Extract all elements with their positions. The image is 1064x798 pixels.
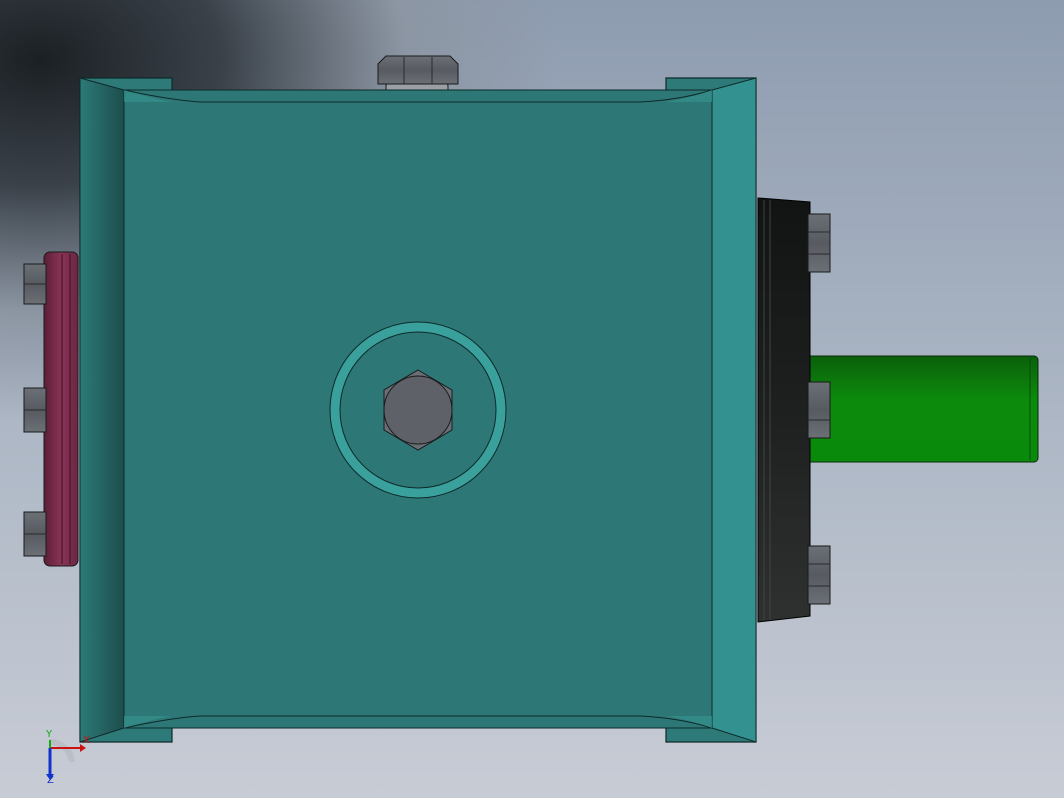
left-bolt-middle[interactable] [23,387,47,433]
z-axis-label: Z [47,775,54,786]
left-bolt-bottom[interactable] [23,511,47,557]
top-hex-plug[interactable] [377,55,459,95]
left-bolt-top[interactable] [23,263,47,305]
output-shaft[interactable] [805,355,1039,463]
x-axis-label: X [83,735,90,746]
right-bolt-bottom[interactable] [807,545,831,605]
axis-triad: X Y Z [40,729,100,788]
gearbox-model[interactable] [0,0,1064,798]
left-flange[interactable] [43,251,79,567]
right-bolt-top[interactable] [807,213,831,273]
right-bolt-middle[interactable] [807,381,831,439]
graphics-viewport[interactable]: X Y Z [0,0,1064,798]
right-cover[interactable] [757,197,811,623]
y-axis-label: Y [46,729,53,740]
